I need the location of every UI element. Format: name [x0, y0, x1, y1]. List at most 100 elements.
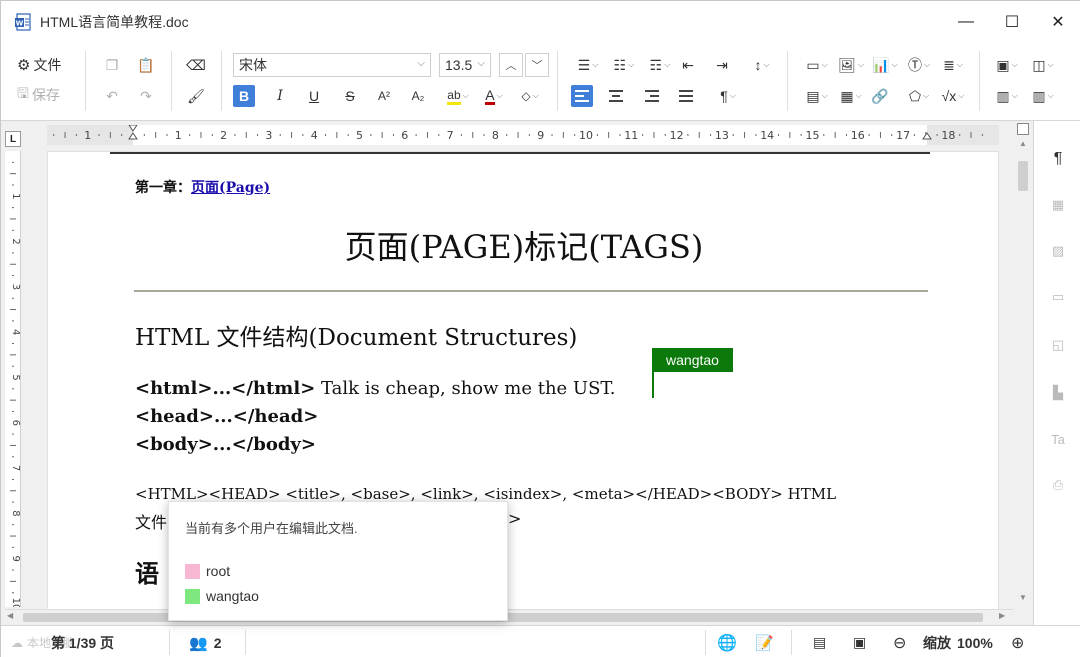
align-left-button[interactable] [571, 85, 593, 107]
chapter-link[interactable]: 页面(Page) [191, 180, 270, 196]
insert-image-button[interactable]: 🖼 ⌵ [835, 54, 867, 76]
italic-button[interactable]: I [269, 85, 291, 107]
table-settings-icon[interactable]: ▦ [1048, 195, 1068, 215]
font-name-select[interactable]: 宋体 ⌵ [233, 53, 431, 77]
online-users-button[interactable]: 👥 2 [189, 626, 221, 657]
ruler-tick-label: 6 [10, 420, 21, 426]
ruler-tick-label: 4 [10, 329, 21, 335]
heading-rule [134, 290, 928, 292]
wrap-text-button[interactable]: ≣ ⌵ [937, 54, 969, 76]
superscript-button[interactable]: A² [373, 85, 395, 107]
font-size-select[interactable]: 13.5 ⌵ [439, 53, 491, 77]
insert-shape-button[interactable]: ⬠ ⌵ [903, 85, 935, 107]
ruler-tick-label: 5 [356, 129, 363, 142]
decrease-font-button[interactable]: ﹀ [525, 53, 549, 77]
web-layout-icon[interactable]: ▣ [853, 626, 866, 657]
ruler-tick-label: 9 [537, 129, 544, 142]
numbered-list-icon: ☷ [613, 56, 627, 73]
minimize-button[interactable]: — [943, 1, 989, 43]
increase-font-button[interactable]: ︿ [499, 53, 523, 77]
vertical-scroll-thumb[interactable] [1018, 161, 1028, 191]
columns-button[interactable]: ◫ ⌵ [1027, 54, 1059, 76]
paragraph-mark-button[interactable]: ¶ ⌵ [711, 85, 745, 107]
font-color-button[interactable]: A ⌵ [479, 85, 509, 107]
scroll-left-icon[interactable]: ◀ [7, 611, 13, 620]
clear-style-button[interactable]: ◇ ⌵ [515, 85, 545, 107]
ruler-tick-label: 14 [760, 129, 774, 142]
copy-icon[interactable]: ❐ [101, 54, 123, 76]
page-setup-button[interactable]: ▣ ⌵ [991, 54, 1023, 76]
image-settings-icon[interactable]: ▨ [1048, 241, 1068, 261]
collab-user-wangtao: wangtao [185, 587, 259, 605]
save-button[interactable]: 🖫 保存 [17, 84, 60, 106]
format-painter-icon[interactable]: 🖌 [185, 85, 207, 107]
vertical-ruler[interactable]: 1 2 3 4 5 6 7 8 9 10 [5, 151, 21, 607]
track-changes-icon[interactable]: 📝 [755, 626, 774, 657]
header-footer-button[interactable]: ▥ ⌵ [991, 85, 1023, 107]
print-layout-icon[interactable]: ▤ [813, 626, 826, 657]
border-button[interactable]: ▭ ⌵ [801, 54, 833, 76]
collab-cursor-caret [652, 372, 654, 398]
maximize-button[interactable]: ☐ [989, 1, 1035, 43]
horizontal-scrollbar[interactable]: ◀ ▶ [5, 609, 1013, 625]
file-menu-button[interactable]: ⚙ 文件 [17, 54, 61, 76]
text-art-settings-icon[interactable]: Ta [1048, 429, 1068, 449]
underline-button[interactable]: U [303, 85, 325, 107]
scroll-right-icon[interactable]: ▶ [999, 611, 1005, 620]
paragraph-line-2-start: 文件 [135, 513, 168, 532]
insert-table-button[interactable]: ▦ ⌵ [835, 85, 867, 107]
paragraph-settings-icon[interactable]: ¶ [1048, 149, 1068, 169]
align-center-button[interactable] [605, 85, 627, 107]
undo-icon[interactable]: ↶ [101, 85, 123, 107]
zoom-indicator[interactable]: 缩放 100% [923, 626, 993, 657]
paste-icon[interactable]: 📋 [135, 54, 157, 76]
insert-link-button[interactable]: 🔗 [869, 85, 891, 107]
shading-button[interactable]: ▤ ⌵ [801, 85, 833, 107]
insert-textbox-button[interactable]: Ⓣ ⌵ [903, 54, 935, 76]
scroll-up-icon[interactable]: ▲ [1015, 139, 1031, 153]
ruler-tick-label: 17 [896, 129, 910, 142]
align-left-icon [575, 90, 589, 102]
increase-indent-button[interactable]: ⇥ [711, 54, 733, 76]
strikethrough-button[interactable]: S [339, 85, 361, 107]
insert-formula-button[interactable]: √x ⌵ [937, 85, 969, 107]
right-indent-marker[interactable] [922, 132, 932, 140]
subscript-button[interactable]: A₂ [407, 85, 429, 107]
insert-chart-button[interactable]: 📊 ⌵ [869, 54, 901, 76]
scroll-down-icon[interactable]: ▼ [1015, 593, 1031, 607]
align-right-button[interactable] [641, 85, 663, 107]
tab-stop-selector[interactable]: L [5, 131, 21, 147]
signature-settings-icon[interactable]: ⎙ [1048, 475, 1068, 495]
eraser-icon[interactable]: ⌫ [185, 54, 207, 76]
ruler-toggle-icon[interactable] [1017, 123, 1029, 135]
ruler-tick-label: 10 [579, 129, 593, 142]
justify-button[interactable] [675, 85, 697, 107]
redo-icon[interactable]: ↷ [135, 85, 157, 107]
horizontal-ruler[interactable]: 1 1 2 3 4 5 6 7 8 9 10 11 12 13 14 15 16 17 18 [47, 125, 999, 145]
left-indent-marker[interactable] [128, 125, 138, 140]
globe-icon[interactable]: 🌐 [717, 626, 737, 657]
zoom-out-icon[interactable]: ⊖ [893, 626, 906, 657]
highlight-button[interactable]: ab ⌵ [443, 85, 473, 107]
page-indicator: 第 1/39 页 [51, 634, 115, 651]
bullet-list-button[interactable]: ☰ ⌵ [571, 54, 605, 76]
decrease-indent-button[interactable]: ⇤ [677, 54, 699, 76]
numbered-list-button[interactable]: ☷ ⌵ [607, 54, 641, 76]
multilevel-list-button[interactable]: ☶ ⌵ [643, 54, 677, 76]
bold-button[interactable]: B [233, 85, 255, 107]
section-button[interactable]: ▥ ⌵ [1027, 85, 1059, 107]
ruler-tick-label: 7 [447, 129, 454, 142]
vertical-scrollbar[interactable]: ▲ ▼ [1015, 123, 1031, 609]
user-count: 2 [213, 634, 222, 651]
window-title: HTML语言简单教程.doc [40, 14, 189, 30]
chart-settings-icon[interactable]: ▙ [1048, 383, 1068, 403]
shape-settings-icon[interactable]: ◱ [1048, 335, 1068, 355]
header-settings-icon[interactable]: ▭ [1048, 287, 1068, 307]
zoom-in-icon[interactable]: ⊕ [1011, 626, 1024, 657]
collab-message: 当前有多个用户在编辑此文档. [185, 521, 358, 536]
close-button[interactable]: ✕ [1035, 1, 1080, 43]
ruler-tick-label: 1 [84, 129, 91, 142]
line-spacing-button[interactable]: ↕ ⌵ [745, 54, 779, 76]
align-center-icon [609, 90, 623, 102]
user-color-swatch [185, 588, 200, 604]
